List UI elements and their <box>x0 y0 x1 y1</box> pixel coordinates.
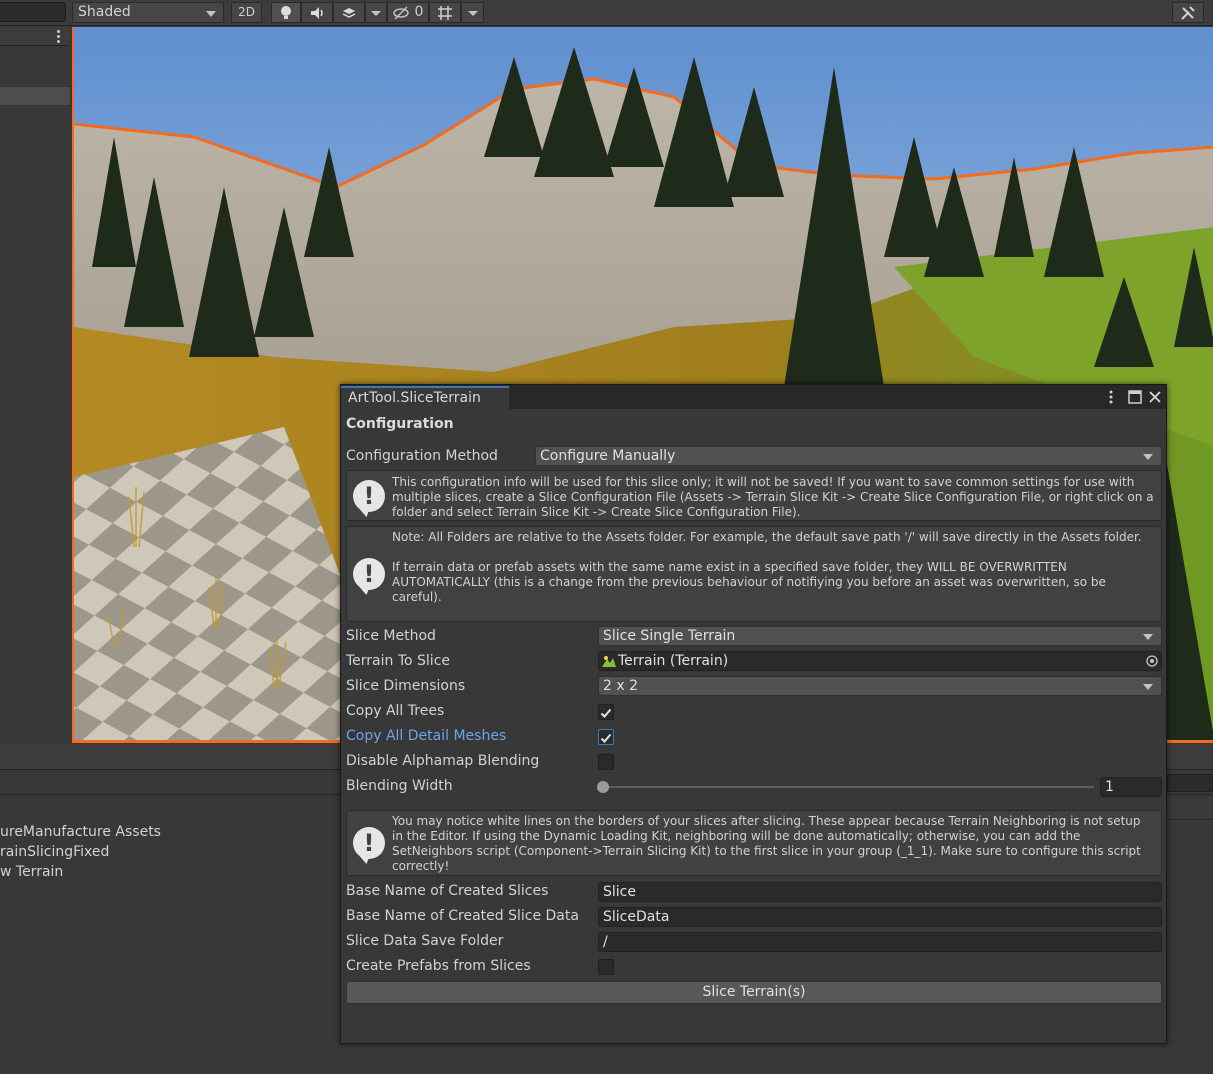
tools-button[interactable] <box>1172 2 1204 23</box>
section-title: Configuration <box>346 416 454 432</box>
slice-method-value: Slice Single Terrain <box>603 628 736 644</box>
lighting-toggle-button[interactable] <box>271 2 301 23</box>
project-header-strip <box>1167 798 1213 820</box>
eye-slash-icon <box>392 5 409 20</box>
warning-icon <box>353 480 385 512</box>
maximize-icon[interactable] <box>1128 389 1142 408</box>
slice-terrain-button[interactable]: Slice Terrain(s) <box>346 981 1162 1004</box>
more-options-icon[interactable] <box>57 30 60 45</box>
hidden-count: 0 <box>414 4 424 20</box>
base-data-name-label: Base Name of Created Slice Data <box>346 908 579 924</box>
hierarchy-panel <box>0 27 70 744</box>
blending-width-input[interactable]: 1 <box>1100 777 1162 797</box>
config-method-value: Configure Manually <box>540 448 676 464</box>
grid-toggle-button[interactable] <box>429 2 461 23</box>
layers-icon <box>342 8 356 18</box>
chevron-down-icon <box>206 11 216 17</box>
grid-icon <box>438 6 452 20</box>
hidden-objects-button[interactable]: 0 <box>387 2 429 23</box>
project-folder-list: ureManufacture Assets rainSlicingFixed w… <box>0 796 340 1074</box>
shading-mode-label: Shaded <box>78 4 131 20</box>
create-prefabs-label: Create Prefabs from Slices <box>346 958 531 974</box>
terrain-icon <box>602 656 616 667</box>
copy-detail-meshes-checkbox[interactable] <box>598 729 614 745</box>
blending-width-slider-thumb[interactable] <box>597 781 609 793</box>
config-method-label: Configuration Method <box>346 448 498 464</box>
shading-mode-dropdown[interactable]: Shaded <box>72 2 224 23</box>
slice-dimensions-dropdown[interactable]: 2 x 2 <box>598 676 1162 696</box>
help-text: You may notice white lines on the border… <box>392 814 1145 873</box>
hierarchy-selected-row[interactable] <box>0 87 70 105</box>
effects-dropdown-button[interactable] <box>365 2 387 23</box>
hierarchy-header <box>0 27 70 46</box>
window-tab[interactable]: ArtTool.SliceTerrain <box>341 386 509 409</box>
chevron-down-icon <box>1143 454 1153 460</box>
save-folder-label: Slice Data Save Folder <box>346 933 504 949</box>
chevron-down-icon <box>467 11 478 16</box>
help-box-folders: Note: All Folders are relative to the As… <box>346 526 1162 622</box>
copy-detail-meshes-label: Copy All Detail Meshes <box>346 728 507 744</box>
more-options-icon[interactable] <box>1108 389 1114 408</box>
terrain-object-value: Terrain (Terrain) <box>618 653 729 669</box>
save-folder-input[interactable]: / <box>598 932 1162 952</box>
chevron-down-icon <box>1143 684 1153 690</box>
disable-alphamap-checkbox[interactable] <box>598 754 614 770</box>
base-data-name-input[interactable]: SliceData <box>598 907 1162 927</box>
blending-width-slider-track[interactable] <box>603 786 1094 788</box>
tools-icon <box>1181 6 1195 20</box>
project-folder-item[interactable]: rainSlicingFixed <box>0 844 109 860</box>
toggle-2d-button[interactable]: 2D <box>231 2 262 23</box>
help-text: Note: All Folders are relative to the As… <box>392 530 1142 604</box>
project-search-field[interactable] <box>1167 774 1213 792</box>
help-box-neighbors: You may notice white lines on the border… <box>346 810 1162 876</box>
config-method-dropdown[interactable]: Configure Manually <box>535 446 1162 466</box>
grid-dropdown-button[interactable] <box>461 2 484 23</box>
checkmark-icon <box>600 733 612 743</box>
terrain-to-slice-label: Terrain To Slice <box>346 653 451 669</box>
scene-toolbar: Shaded 2D 0 <box>0 0 1213 26</box>
audio-toggle-button[interactable] <box>301 2 333 23</box>
speaker-icon <box>311 7 323 19</box>
terrain-object-field[interactable]: Terrain (Terrain) <box>598 651 1162 671</box>
warning-icon <box>353 827 385 859</box>
chevron-down-icon <box>1143 634 1153 640</box>
create-prefabs-checkbox[interactable] <box>598 959 614 975</box>
lightbulb-icon <box>281 6 291 19</box>
help-box-slice-only: This configuration info will be used for… <box>346 470 1162 521</box>
toggle-2d-label: 2D <box>238 5 255 19</box>
project-folder-item[interactable]: ureManufacture Assets <box>0 824 161 840</box>
blending-width-label: Blending Width <box>346 778 453 794</box>
help-text: This configuration info will be used for… <box>392 475 1158 519</box>
copy-trees-checkbox[interactable] <box>598 704 614 720</box>
slice-method-label: Slice Method <box>346 628 436 644</box>
disable-alphamap-label: Disable Alphamap Blending <box>346 753 540 769</box>
effects-toggle-button[interactable] <box>333 2 365 23</box>
project-folder-item[interactable]: w Terrain <box>0 864 63 880</box>
base-name-input[interactable]: Slice <box>598 882 1162 902</box>
copy-trees-label: Copy All Trees <box>346 703 445 719</box>
slice-method-dropdown[interactable]: Slice Single Terrain <box>598 626 1162 646</box>
slice-dimensions-label: Slice Dimensions <box>346 678 466 694</box>
window-tab-bar: ArtTool.SliceTerrain <box>341 385 1166 409</box>
chevron-down-icon <box>371 11 381 16</box>
slice-terrain-window: ArtTool.SliceTerrain Configuration Confi… <box>340 384 1167 1044</box>
slice-dimensions-value: 2 x 2 <box>603 678 638 694</box>
close-icon[interactable] <box>1148 389 1162 408</box>
base-name-label: Base Name of Created Slices <box>346 883 549 899</box>
checkmark-icon <box>600 708 612 718</box>
unity-editor: Shaded 2D 0 ureManufacture Assets rainSl… <box>0 0 1213 1074</box>
warning-icon <box>353 558 385 590</box>
search-field[interactable] <box>0 2 66 22</box>
object-picker-icon[interactable] <box>1146 655 1158 667</box>
